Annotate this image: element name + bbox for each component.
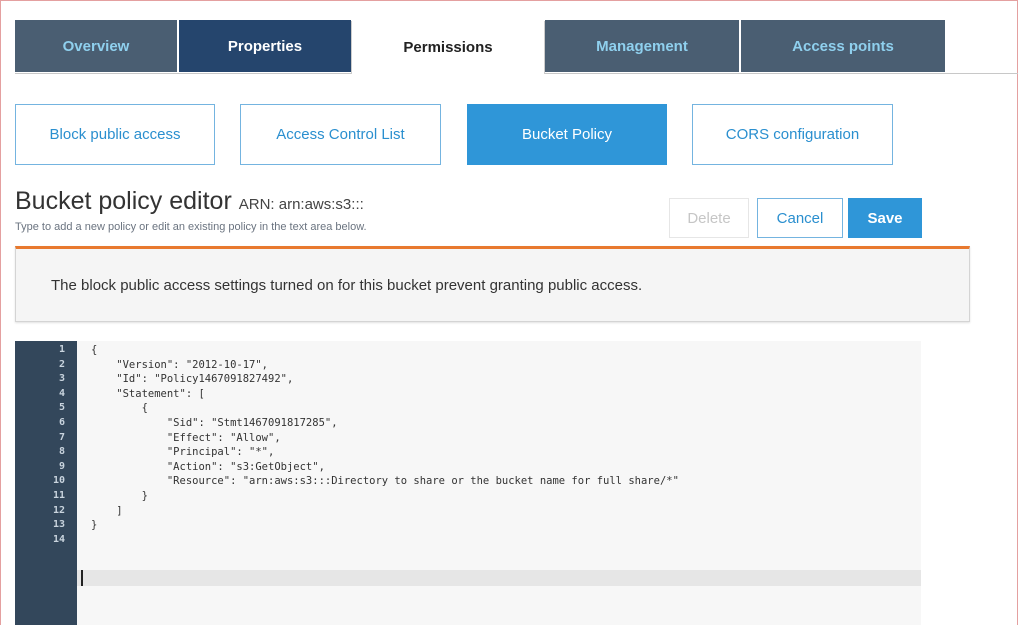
line-number-gutter: 1 2 3 4 5 6 7 8 9 10 11 12 13 14	[15, 341, 77, 625]
policy-editor-hint: Type to add a new policy or edit an exis…	[15, 221, 367, 233]
code-line: "Id": "Policy1467091827492",	[91, 373, 294, 386]
line-number: 8	[58, 446, 65, 458]
code-line: {	[91, 402, 148, 415]
active-line-highlight	[77, 570, 921, 586]
code-line: }	[91, 490, 148, 502]
code-line: }	[91, 519, 98, 532]
line-number: 1	[58, 344, 65, 355]
subtab-bucket-policy[interactable]: Bucket Policy	[467, 104, 667, 165]
code-line: "Version": "2012-10-17",	[91, 358, 269, 371]
tab-access-points[interactable]: Access points	[741, 20, 945, 72]
line-number: 13	[52, 519, 65, 531]
subtab-block-public-access[interactable]: Block public access	[15, 104, 215, 165]
code-line: "Action": "s3:GetObject",	[91, 460, 325, 473]
tab-properties[interactable]: Properties	[179, 20, 351, 72]
policy-editor-heading: Bucket policy editor ARN: arn:aws:s3:::	[15, 187, 364, 216]
text-cursor	[81, 570, 83, 586]
line-number: 2	[58, 358, 65, 370]
bucket-tab-bar: Overview Properties Permissions Manageme…	[15, 20, 1018, 74]
line-number: 7	[58, 431, 65, 443]
tab-management[interactable]: Management	[545, 20, 739, 72]
subtab-access-control-list[interactable]: Access Control List	[240, 104, 441, 165]
code-line: "Resource": "arn:aws:s3:::Directory to s…	[91, 475, 679, 488]
line-number: 12	[52, 504, 65, 516]
policy-editor-title: Bucket policy editor	[15, 187, 232, 215]
cancel-button[interactable]: Cancel	[757, 198, 843, 238]
delete-button[interactable]: Delete	[669, 198, 749, 238]
code-line: "Principal": "*",	[91, 446, 275, 459]
tab-permissions[interactable]: Permissions	[351, 21, 545, 74]
policy-code-editor[interactable]: 1 2 3 4 5 6 7 8 9 10 11 12 13 14 { "Version": "2012-1…	[15, 341, 921, 625]
line-number: 6	[58, 417, 65, 428]
code-line: ]	[91, 504, 123, 517]
arn-label: ARN: arn:aws:s3:::	[238, 196, 364, 213]
public-access-warning: The block public access settings turned …	[15, 246, 970, 322]
line-number: 3	[58, 373, 65, 385]
subtab-cors-configuration[interactable]: CORS configuration	[692, 104, 893, 165]
line-number: 4	[58, 387, 65, 399]
code-text-area[interactable]: { "Version": "2012-10-17", "Id": "Policy…	[77, 341, 921, 625]
save-button[interactable]: Save	[848, 198, 922, 238]
line-number: 5	[58, 402, 65, 414]
warning-message: The block public access settings turned …	[51, 276, 643, 294]
code-line: "Effect": "Allow",	[91, 431, 281, 444]
tab-overview[interactable]: Overview	[15, 20, 177, 72]
line-number: 14	[52, 533, 65, 545]
line-number: 9	[58, 460, 65, 472]
line-number: 11	[52, 490, 65, 501]
line-number: 10	[52, 475, 65, 487]
code-line: {	[91, 344, 98, 356]
code-line: "Sid": "Stmt1467091817285",	[91, 417, 338, 429]
code-line: "Statement": [	[91, 387, 205, 400]
